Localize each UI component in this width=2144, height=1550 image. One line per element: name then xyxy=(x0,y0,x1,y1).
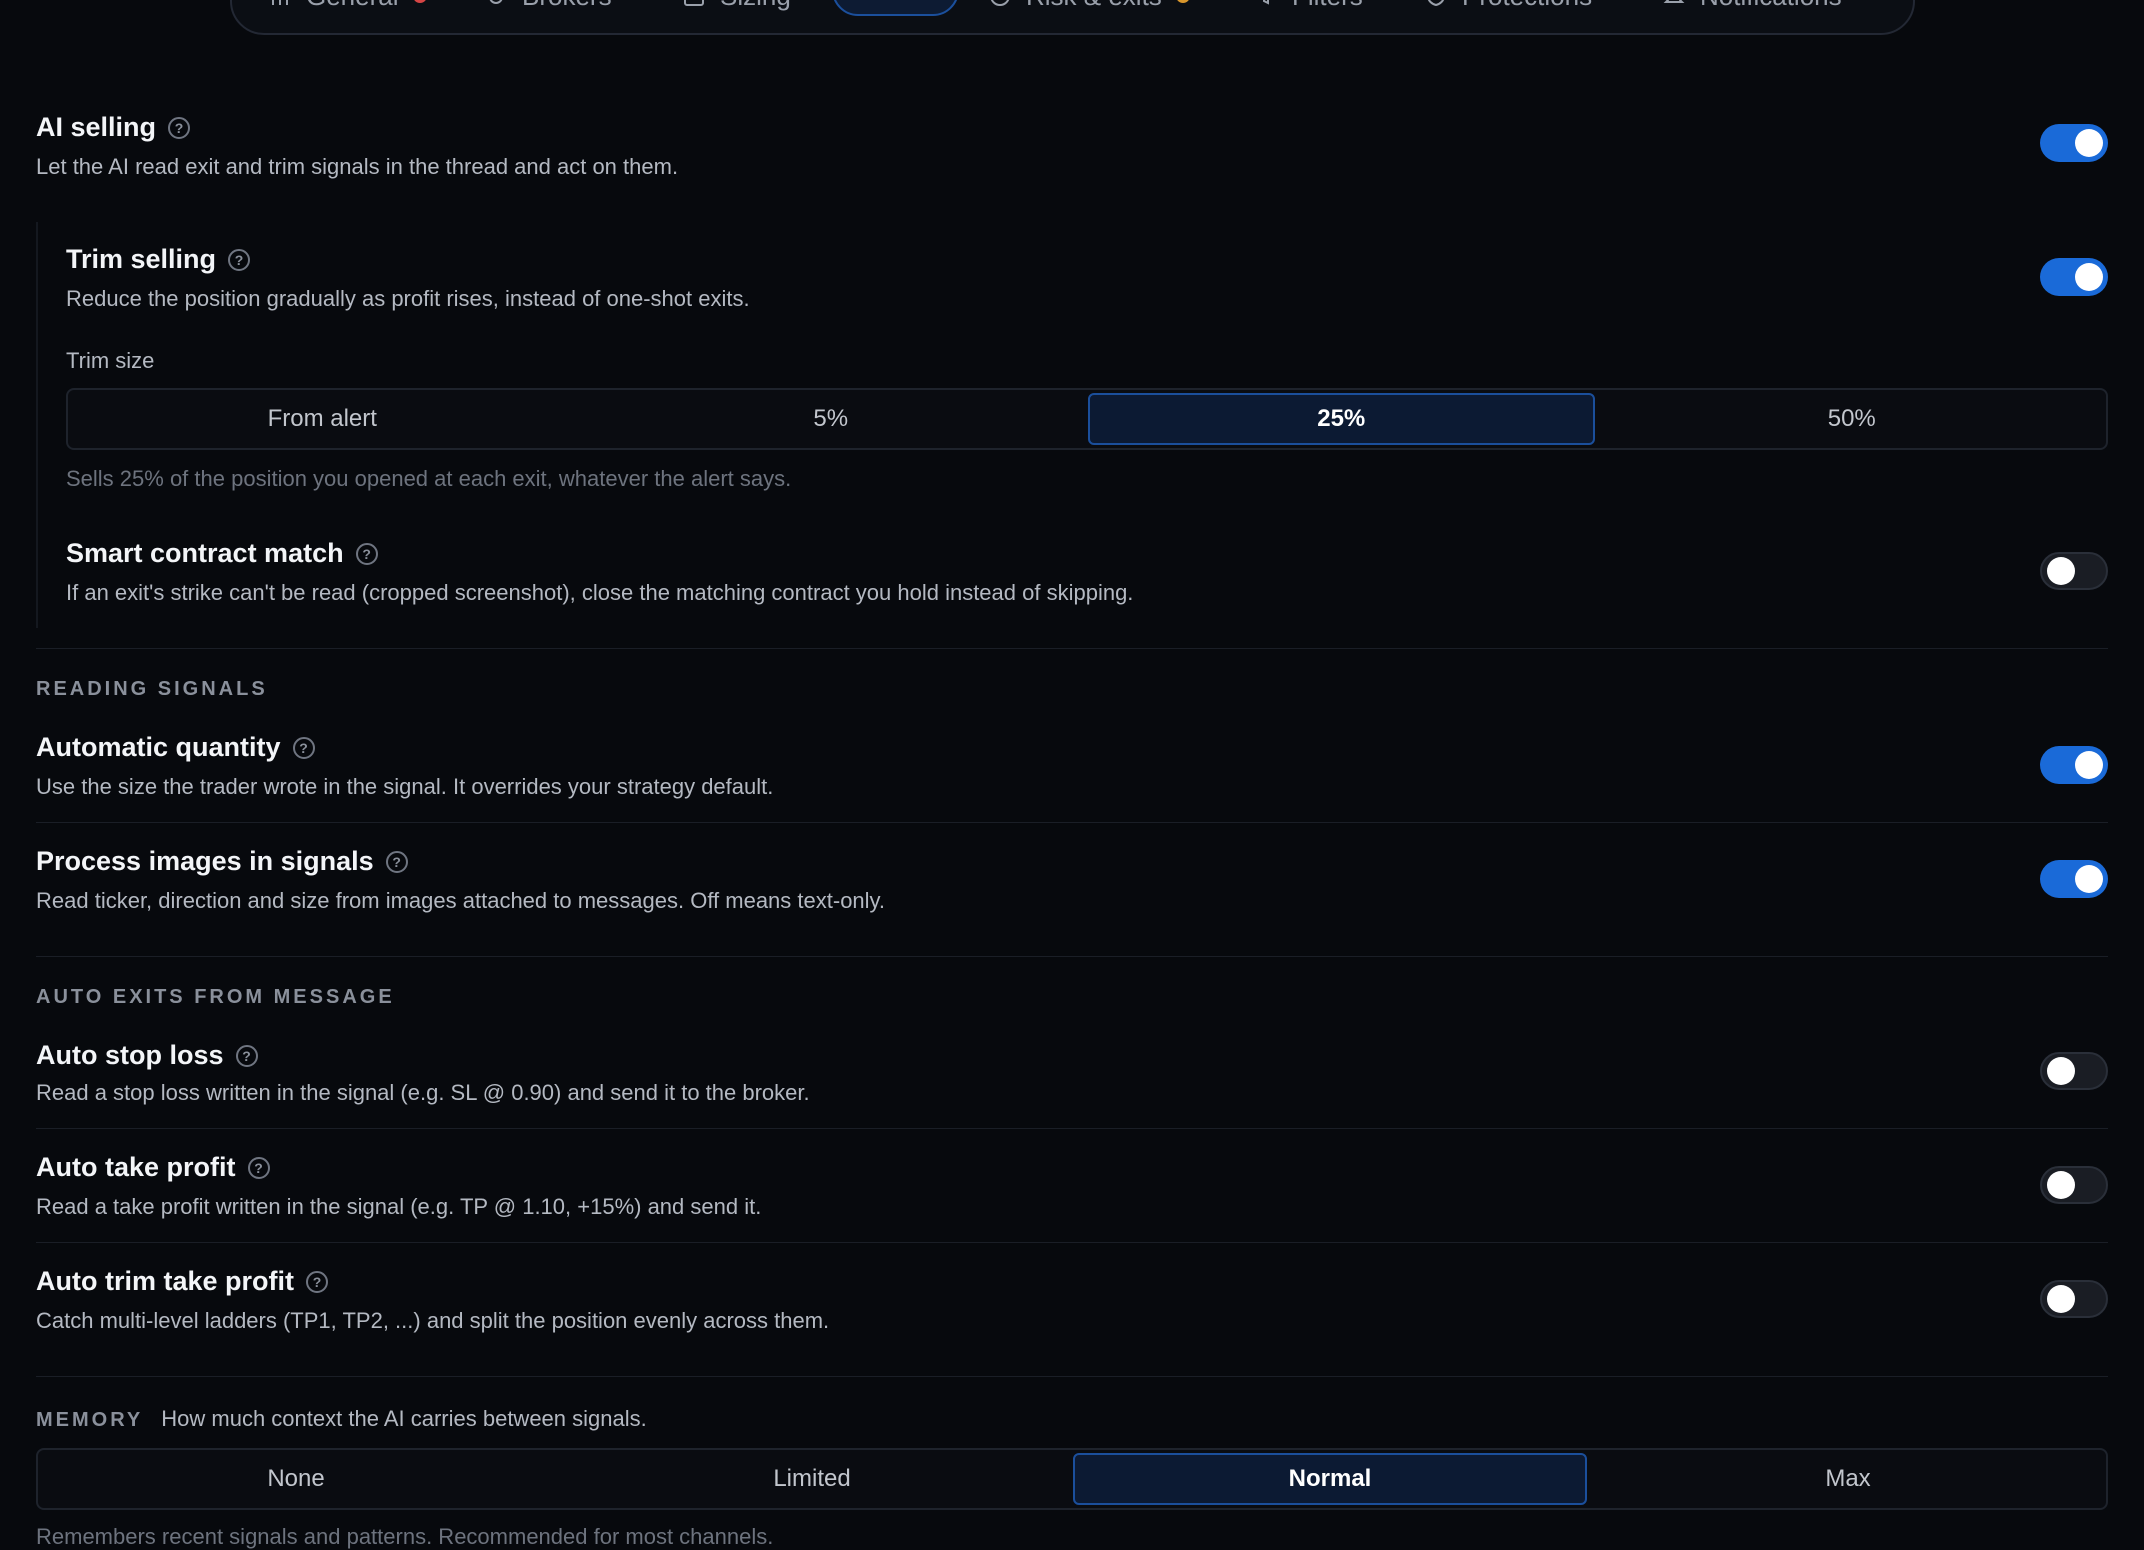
setting-title: Auto take profit xyxy=(36,1152,236,1182)
toggle-knob xyxy=(2047,1057,2075,1085)
section-auto-exits: AUTO EXITS FROM MESSAGE xyxy=(36,986,395,1008)
memory-option-max[interactable]: Max xyxy=(1593,1453,2103,1505)
calendar-icon xyxy=(684,0,704,6)
tab-filters[interactable]: Filters xyxy=(1254,0,1363,16)
memory-option-none[interactable]: None xyxy=(41,1453,551,1505)
smart-contract-toggle[interactable] xyxy=(2040,552,2108,590)
ai-selling-toggle[interactable] xyxy=(2040,124,2108,162)
auto-take-profit-desc: Read a take profit written in the signal… xyxy=(36,1194,762,1219)
tab-label: Protections xyxy=(1462,0,1592,12)
warning-badge xyxy=(412,0,427,3)
tab-label: AI xyxy=(902,0,927,3)
setting-title: Process images in signals xyxy=(36,846,374,876)
settings-tab-bar: General Brokers Sizing AI Risk & exits F… xyxy=(230,0,1915,35)
tab-sizing[interactable]: Sizing xyxy=(682,0,791,16)
toggle-knob xyxy=(2047,557,2075,585)
automatic-quantity-toggle[interactable] xyxy=(2040,746,2108,784)
ai-selling-title: AI selling ? xyxy=(36,112,191,143)
tab-brokers[interactable]: Brokers xyxy=(484,0,612,16)
section-label-text: MEMORY xyxy=(36,1409,144,1431)
trim-option-50[interactable]: 50% xyxy=(1601,393,2104,445)
nested-indicator xyxy=(36,222,38,628)
toggle-knob xyxy=(2047,1285,2075,1313)
section-reading-signals: READING SIGNALS xyxy=(36,678,268,700)
setting-title: Auto trim take profit xyxy=(36,1266,295,1296)
auto-take-profit-title: Auto take profit ? xyxy=(36,1152,270,1183)
setting-title: Automatic quantity xyxy=(36,732,281,762)
auto-stop-loss-title: Auto stop loss ? xyxy=(36,1040,258,1071)
trim-selling-title: Trim selling ? xyxy=(66,244,251,275)
help-icon[interactable]: ? xyxy=(385,850,408,873)
tab-notifications[interactable]: Notifications xyxy=(1662,0,1842,16)
trim-size-selector: From alert 5% 25% 50% xyxy=(66,388,2108,450)
divider xyxy=(36,1128,2108,1129)
help-icon[interactable]: ? xyxy=(228,248,251,271)
auto-trim-take-profit-toggle[interactable] xyxy=(2040,1280,2108,1318)
auto-trim-take-profit-desc: Catch multi-level ladders (TP1, TP2, ...… xyxy=(36,1308,830,1333)
trim-selling-toggle[interactable] xyxy=(2040,258,2108,296)
setting-title: AI selling xyxy=(36,112,157,142)
setting-title: Trim selling xyxy=(66,244,217,274)
divider xyxy=(36,956,2108,957)
toggle-knob xyxy=(2075,129,2103,157)
trim-size-label: Trim size xyxy=(66,348,155,373)
toggle-knob xyxy=(2075,751,2103,779)
help-icon[interactable]: ? xyxy=(355,542,378,565)
help-icon[interactable]: ? xyxy=(306,1270,329,1293)
tab-risk-exits[interactable]: Risk & exits xyxy=(988,0,1190,16)
smart-contract-title: Smart contract match ? xyxy=(66,538,378,569)
trim-size-hint: Sells 25% of the position you opened at … xyxy=(66,466,792,491)
section-memory: MEMORY How much context the AI carries be… xyxy=(36,1406,647,1432)
auto-stop-loss-toggle[interactable] xyxy=(2040,1052,2108,1090)
help-icon[interactable]: ? xyxy=(235,1044,258,1067)
automatic-quantity-title: Automatic quantity ? xyxy=(36,732,315,763)
tab-protections[interactable]: Protections xyxy=(1424,0,1592,16)
filter-icon xyxy=(1263,0,1269,5)
process-images-title: Process images in signals ? xyxy=(36,846,408,877)
divider xyxy=(36,1376,2108,1377)
auto-take-profit-toggle[interactable] xyxy=(2040,1166,2108,1204)
tab-label: Notifications xyxy=(1700,0,1842,12)
bell-icon xyxy=(1663,0,1685,3)
help-icon[interactable]: ? xyxy=(247,1156,270,1179)
tab-label: Brokers xyxy=(522,0,612,12)
automatic-quantity-desc: Use the size the trader wrote in the sig… xyxy=(36,774,774,799)
memory-selector: None Limited Normal Max xyxy=(36,1448,2108,1510)
sliders-icon xyxy=(272,0,288,5)
tab-ai[interactable]: AI xyxy=(832,0,959,16)
tab-label: Risk & exits xyxy=(1026,0,1162,12)
clock-icon xyxy=(990,0,1010,6)
memory-hint: Remembers recent signals and patterns. R… xyxy=(36,1524,774,1549)
plug-icon xyxy=(489,0,503,4)
process-images-toggle[interactable] xyxy=(2040,860,2108,898)
memory-option-normal[interactable]: Normal xyxy=(1073,1453,1587,1505)
shield-icon xyxy=(1427,0,1445,7)
memory-option-limited[interactable]: Limited xyxy=(557,1453,1067,1505)
auto-trim-take-profit-title: Auto trim take profit ? xyxy=(36,1266,329,1297)
auto-stop-loss-desc: Read a stop loss written in the signal (… xyxy=(36,1080,810,1105)
memory-desc: How much context the AI carries between … xyxy=(161,1406,647,1431)
toggle-knob xyxy=(2075,865,2103,893)
tab-label: Filters xyxy=(1292,0,1363,12)
divider xyxy=(36,822,2108,823)
divider xyxy=(36,648,2108,649)
setting-title: Smart contract match xyxy=(66,538,344,568)
help-icon[interactable]: ? xyxy=(168,116,191,139)
warning-badge xyxy=(1175,0,1190,3)
help-icon[interactable]: ? xyxy=(292,736,315,759)
tab-label: Sizing xyxy=(720,0,791,12)
trim-selling-desc: Reduce the position gradually as profit … xyxy=(66,286,750,311)
tab-general[interactable]: General xyxy=(268,0,427,16)
smart-contract-desc: If an exit's strike can't be read (cropp… xyxy=(66,580,1134,605)
trim-option-25[interactable]: 25% xyxy=(1088,393,1595,445)
divider xyxy=(36,1242,2108,1243)
ai-selling-desc: Let the AI read exit and trim signals in… xyxy=(36,154,679,179)
tab-label: General xyxy=(306,0,399,12)
setting-title: Auto stop loss xyxy=(36,1040,224,1070)
toggle-knob xyxy=(2075,263,2103,291)
trim-option-5[interactable]: 5% xyxy=(580,393,1083,445)
trim-option-from-alert[interactable]: From alert xyxy=(71,393,574,445)
toggle-knob xyxy=(2047,1171,2075,1199)
process-images-desc: Read ticker, direction and size from ima… xyxy=(36,888,886,913)
